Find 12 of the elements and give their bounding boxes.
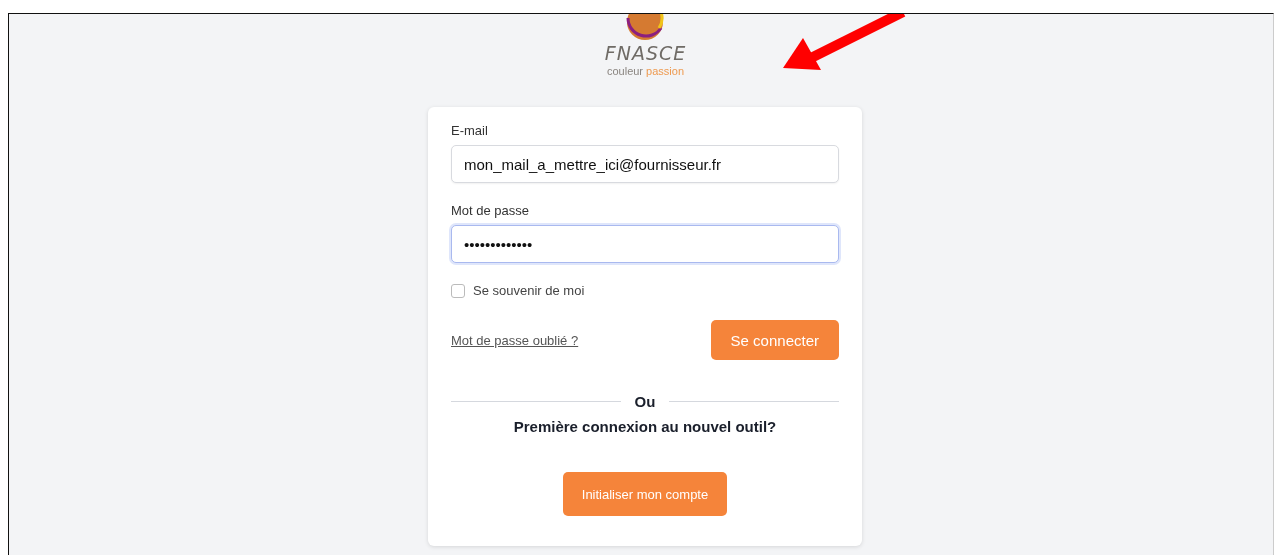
field-label: Mot de passe xyxy=(451,203,531,218)
email-field[interactable]: mon_mail_a_mettre_ici@fournisseur.fr xyxy=(451,145,839,183)
logo-mark-icon xyxy=(625,14,666,42)
password-field[interactable]: ••••••••••••• xyxy=(451,225,839,263)
forgot-password-link[interactable]: Mot de passe oublié ? xyxy=(451,332,579,348)
field-label: E-mail xyxy=(451,123,489,138)
first-login-prompt: Première connexion au nouvel outil? xyxy=(512,418,778,435)
separator-text: Ou xyxy=(634,393,656,410)
remember-checkbox[interactable] xyxy=(451,283,465,298)
logo-tagline: couleur passion xyxy=(606,64,684,78)
checkbox-label[interactable]: Se souvenir de moi xyxy=(473,283,585,298)
logo-text: FNASCE xyxy=(604,42,687,64)
